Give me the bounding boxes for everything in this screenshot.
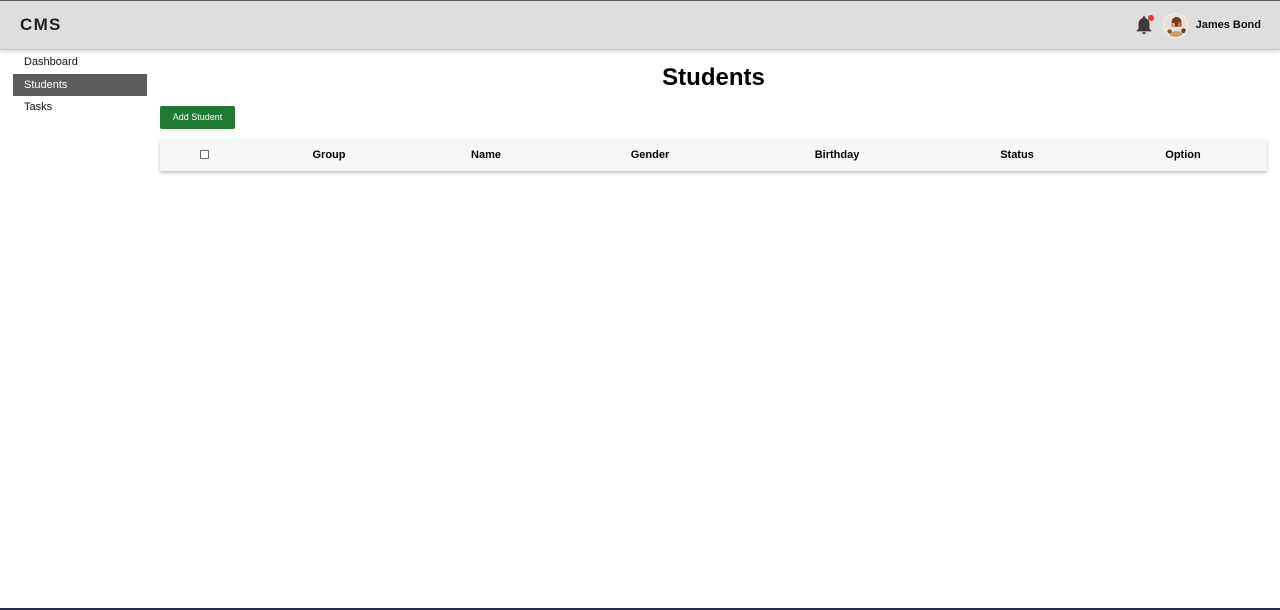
user-area: James Bond	[1133, 11, 1261, 39]
sidebar-item-tasks[interactable]: Tasks	[13, 96, 147, 119]
avatar[interactable]	[1162, 12, 1188, 38]
column-name: Name	[471, 149, 501, 161]
students-table: Group Name Gender Birthday Status Option	[160, 139, 1267, 171]
column-birthday: Birthday	[814, 149, 860, 161]
brand-logo[interactable]: CMS	[20, 15, 62, 35]
column-group: Group	[312, 149, 346, 161]
add-student-button[interactable]: Add Student	[160, 106, 235, 129]
sidebar: Dashboard Students Tasks	[13, 51, 147, 119]
notifications-button[interactable]	[1133, 14, 1155, 36]
user-name[interactable]: James Bond	[1196, 19, 1261, 31]
sidebar-item-dashboard[interactable]: Dashboard	[13, 51, 147, 74]
sidebar-item-students[interactable]: Students	[13, 73, 147, 96]
avatar-icon	[1163, 13, 1187, 37]
column-status: Status	[1000, 149, 1034, 161]
select-all-checkbox[interactable]	[200, 150, 209, 159]
top-header: CMS James Bond	[0, 1, 1280, 50]
notification-dot	[1147, 15, 1154, 21]
column-option: Option	[1165, 149, 1201, 161]
column-gender: Gender	[630, 149, 670, 161]
page-title: Students	[662, 64, 765, 91]
cms-page: CMS James Bond Dashboard Students Tasks …	[0, 0, 1280, 610]
